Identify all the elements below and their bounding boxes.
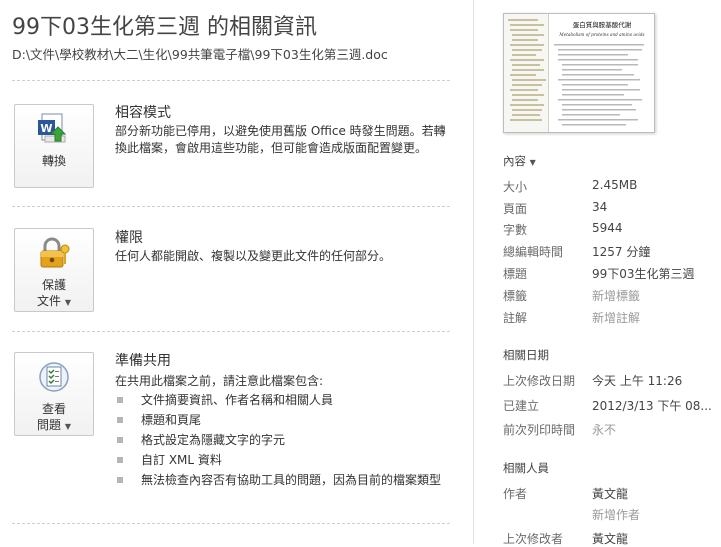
prop-words-value: 5944: [592, 221, 623, 235]
issues-label-line1: 查看: [41, 402, 66, 416]
prop-tags-label: 標籤: [503, 289, 528, 303]
convert-button-label: 轉換: [41, 154, 66, 168]
prop-title-label: 標題: [503, 267, 528, 281]
list-item: 文件摘要資訊、作者名稱和相關人員: [115, 392, 455, 409]
convert-button[interactable]: W 轉換: [14, 104, 94, 188]
divider: [12, 331, 450, 332]
chevron-down-icon: ▼: [64, 422, 71, 431]
compat-title: 相容模式: [115, 105, 171, 121]
check-for-issues-button[interactable]: 查看 問題 ▼: [14, 352, 94, 436]
last-modified-by-label: 上次修改者: [503, 532, 564, 546]
document-thumbnail[interactable]: 蛋白質與胺基酸代謝 Metabolism of proteins and ami…: [503, 13, 655, 133]
list-item: 無法檢查內容否有協助工具的問題，因為目前的檔案類型: [115, 472, 455, 489]
related-people-heading: 相關人員: [503, 461, 549, 475]
add-author-field[interactable]: 新增作者: [592, 506, 640, 523]
share-items-list: 文件摘要資訊、作者名稱和相關人員 標題和頁尾 格式設定為隱藏文字的字元 自訂 X…: [115, 392, 455, 492]
lock-key-icon: [36, 235, 72, 275]
prop-pages-label: 頁面: [503, 202, 528, 216]
thumbnail-heading: 蛋白質與胺基酸代謝: [573, 20, 632, 29]
svg-text:W: W: [40, 122, 52, 135]
inspect-checklist-icon: [36, 359, 72, 399]
protect-document-button[interactable]: 保護 文件 ▼: [14, 228, 94, 312]
related-dates-heading: 相關日期: [503, 348, 549, 362]
prop-size-label: 大小: [503, 180, 528, 194]
share-title: 準備共用: [115, 353, 171, 369]
author-label: 作者: [503, 487, 528, 501]
protect-document-label: 保護 文件 ▼: [37, 277, 71, 311]
last-modified-label: 上次修改日期: [503, 374, 576, 388]
divider: [12, 206, 450, 207]
prop-edit-time-value: 1257 分鐘: [592, 245, 651, 259]
add-comments-field[interactable]: 新增註解: [592, 309, 640, 326]
chevron-down-icon: ▼: [64, 298, 71, 307]
created-label: 已建立: [503, 399, 540, 413]
prop-words-label: 字數: [503, 223, 528, 237]
list-item: 自訂 XML 資料: [115, 452, 455, 469]
protect-label-line1: 保護: [41, 278, 66, 292]
thumbnail-subheading: Metabolism of proteins and amino acids: [558, 32, 644, 37]
file-path: D:\文件\學校教材\大二\生化\99共筆電子檔\99下03生化第三週.doc: [12, 47, 388, 62]
prop-edit-time-label: 總編輯時間: [503, 245, 564, 259]
author-value[interactable]: 黃文龍: [592, 485, 628, 502]
share-intro: 在共用此檔案之前，請注意此檔案包含:: [115, 374, 324, 388]
prop-size-value: 2.45MB: [592, 178, 638, 192]
document-title: 99下03生化第三週 的相關資訊: [12, 15, 317, 40]
last-printed-value: 永不: [592, 423, 617, 437]
check-for-issues-label: 查看 問題 ▼: [37, 401, 71, 435]
chevron-down-icon: ▼: [529, 158, 536, 167]
prop-pages-value: 34: [592, 200, 608, 214]
list-item: 標題和頁尾: [115, 412, 455, 429]
created-value: 2012/3/13 下午 08...: [592, 399, 712, 413]
permissions-description: 任何人都能開啟、複製以及變更此文件的任何部分。: [115, 249, 392, 263]
add-tags-field[interactable]: 新增標籤: [592, 287, 640, 304]
last-printed-label: 前次列印時間: [503, 423, 576, 437]
issues-label-line2: 問題: [37, 418, 62, 432]
panel-divider: [473, 0, 474, 544]
thumbnail-page: 蛋白質與胺基酸代謝 Metabolism of proteins and ami…: [504, 14, 645, 132]
compat-description: 部分新功能已停用，以避免使用舊版 Office 時發生問題。若轉換此檔案，會啟用…: [115, 124, 446, 155]
prop-comments-label: 註解: [503, 311, 528, 325]
word-convert-icon: W: [36, 111, 72, 151]
prop-title-value[interactable]: 99下03生化第三週: [592, 265, 695, 282]
list-item: 格式設定為隱藏文字的字元: [115, 432, 455, 449]
properties-dropdown[interactable]: 內容 ▼: [503, 153, 536, 169]
last-modified-value: 今天 上午 11:26: [592, 374, 683, 388]
last-modified-by-value[interactable]: 黃文龍: [592, 530, 628, 547]
protect-label-line2: 文件: [37, 294, 62, 308]
divider: [12, 523, 450, 524]
permissions-title: 權限: [115, 230, 143, 246]
divider: [12, 80, 450, 81]
